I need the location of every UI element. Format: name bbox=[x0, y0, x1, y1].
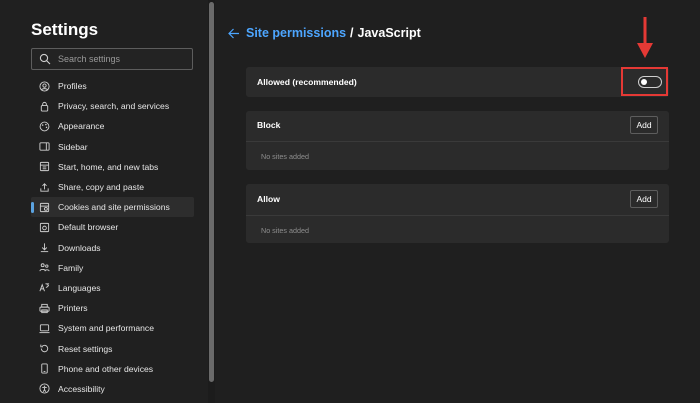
annotation-arrow-icon bbox=[637, 17, 653, 58]
sidebar-icon bbox=[39, 141, 50, 152]
settings-nav: Profiles Privacy, search, and services A… bbox=[31, 76, 194, 399]
sidebar-item-accessibility[interactable]: Accessibility bbox=[31, 379, 194, 399]
allowed-setting-card: Allowed (recommended) bbox=[246, 67, 669, 97]
sidebar-item-cookies[interactable]: Cookies and site permissions bbox=[31, 197, 194, 218]
sidebar-item-label: Share, copy and paste bbox=[58, 182, 144, 193]
home-tabs-icon bbox=[39, 161, 50, 172]
sidebar-item-label: Start, home, and new tabs bbox=[58, 161, 159, 172]
sidebar-item-family[interactable]: Family bbox=[31, 258, 194, 278]
system-icon bbox=[39, 323, 50, 334]
block-add-button[interactable]: Add bbox=[630, 116, 658, 134]
allowed-label: Allowed (recommended) bbox=[257, 77, 357, 87]
sidebar-item-privacy[interactable]: Privacy, search, and services bbox=[31, 96, 194, 116]
card-divider bbox=[246, 141, 669, 142]
breadcrumb-separator: / bbox=[350, 26, 354, 40]
sidebar-item-label: Cookies and site permissions bbox=[58, 202, 170, 213]
sidebar-item-label: System and performance bbox=[58, 323, 155, 334]
allow-add-button[interactable]: Add bbox=[630, 190, 658, 208]
settings-title: Settings bbox=[31, 20, 99, 39]
sidebar-item-label: Sidebar bbox=[58, 141, 88, 152]
sidebar-item-sidebar[interactable]: Sidebar bbox=[31, 137, 194, 157]
sidebar-item-label: Default browser bbox=[58, 222, 119, 233]
cookies-icon bbox=[39, 202, 50, 213]
download-icon bbox=[39, 242, 50, 253]
annotation-highlight-box bbox=[621, 67, 668, 96]
block-title: Block bbox=[257, 120, 281, 130]
family-icon bbox=[39, 262, 50, 273]
sidebar-item-label: Languages bbox=[58, 282, 101, 293]
back-arrow-icon[interactable] bbox=[227, 27, 240, 40]
sidebar-item-label: Downloads bbox=[58, 242, 101, 253]
sidebar-item-printers[interactable]: Printers bbox=[31, 298, 194, 318]
search-input[interactable] bbox=[58, 49, 188, 69]
sidebar-item-system[interactable]: System and performance bbox=[31, 318, 194, 338]
allow-card: Allow Add No sites added bbox=[246, 184, 669, 243]
allow-empty-text: No sites added bbox=[261, 226, 309, 235]
block-card: Block Add No sites added bbox=[246, 111, 669, 170]
sidebar-scrollbar-thumb[interactable] bbox=[209, 2, 214, 382]
breadcrumb: Site permissions / JavaScript bbox=[227, 26, 421, 40]
share-icon bbox=[39, 182, 50, 193]
sidebar-item-label: Family bbox=[58, 262, 84, 273]
breadcrumb-site-permissions-link[interactable]: Site permissions bbox=[246, 26, 346, 40]
sidebar-item-label: Appearance bbox=[58, 121, 105, 132]
appearance-icon bbox=[39, 121, 50, 132]
languages-icon bbox=[39, 282, 50, 293]
sidebar-item-appearance[interactable]: Appearance bbox=[31, 116, 194, 136]
profile-icon bbox=[39, 81, 50, 92]
sidebar-item-label: Reset settings bbox=[58, 343, 113, 354]
browser-icon bbox=[39, 222, 50, 233]
sidebar-item-label: Profiles bbox=[58, 81, 87, 92]
accessibility-icon bbox=[39, 383, 50, 394]
sidebar-item-languages[interactable]: Languages bbox=[31, 278, 194, 298]
page-title: JavaScript bbox=[357, 26, 421, 40]
main-content: Site permissions / JavaScript Allowed (r… bbox=[215, 0, 700, 403]
search-box[interactable] bbox=[31, 48, 193, 70]
card-divider bbox=[246, 215, 669, 216]
sidebar-item-profiles[interactable]: Profiles bbox=[31, 76, 194, 96]
sidebar-item-label: Phone and other devices bbox=[58, 363, 154, 374]
phone-icon bbox=[39, 363, 50, 374]
sidebar-item-start-home[interactable]: Start, home, and new tabs bbox=[31, 157, 194, 177]
sidebar-item-default-browser[interactable]: Default browser bbox=[31, 217, 194, 237]
sidebar-item-share[interactable]: Share, copy and paste bbox=[31, 177, 194, 197]
settings-sidebar: Settings Profiles Privacy, search, and s… bbox=[0, 0, 208, 403]
sidebar-item-label: Printers bbox=[58, 303, 88, 314]
sidebar-item-downloads[interactable]: Downloads bbox=[31, 238, 194, 258]
search-icon bbox=[39, 53, 51, 65]
lock-icon bbox=[39, 101, 50, 112]
printer-icon bbox=[39, 303, 50, 314]
sidebar-item-phone[interactable]: Phone and other devices bbox=[31, 359, 194, 379]
block-empty-text: No sites added bbox=[261, 152, 309, 161]
sidebar-item-reset[interactable]: Reset settings bbox=[31, 338, 194, 358]
sidebar-item-label: Accessibility bbox=[58, 383, 105, 394]
allow-title: Allow bbox=[257, 194, 280, 204]
reset-icon bbox=[39, 343, 50, 354]
sidebar-item-label: Privacy, search, and services bbox=[58, 101, 170, 112]
